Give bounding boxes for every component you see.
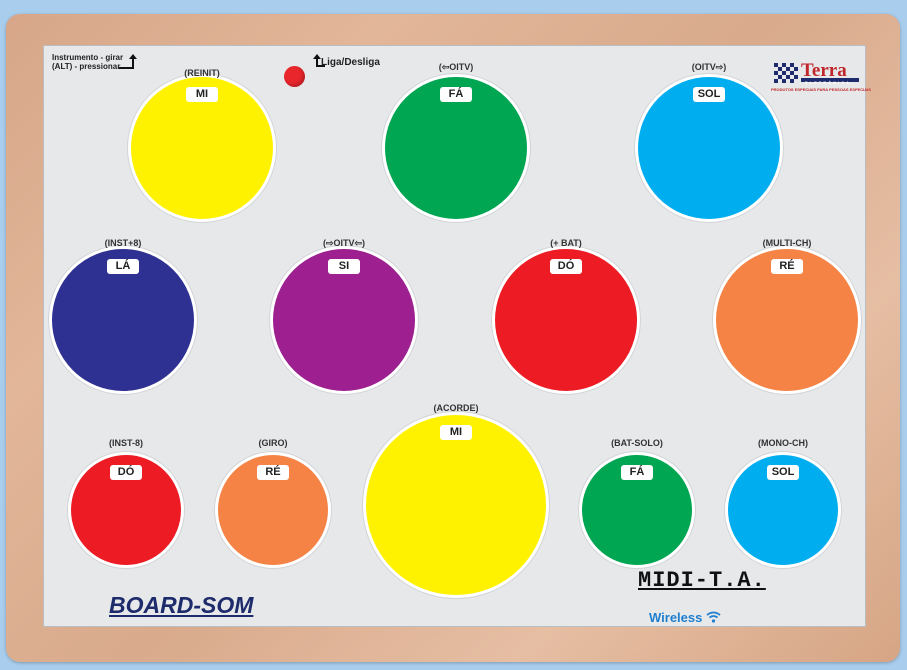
pad-fa-drum-solo[interactable]: FÁ bbox=[579, 452, 695, 568]
pad-function-label: (⇨OITV⇦) bbox=[322, 238, 366, 248]
pad-sol-mono-channel[interactable]: SOL bbox=[725, 452, 841, 568]
power-label: Liga/Desliga bbox=[321, 57, 380, 68]
pad-note: SOL bbox=[767, 465, 799, 480]
terra-logo-name: Terra bbox=[801, 60, 847, 81]
pad-do-add-drum[interactable]: DÓ bbox=[492, 246, 640, 394]
pad-note: DÓ bbox=[550, 259, 582, 274]
pad-function-label: (ACORDE) bbox=[433, 403, 479, 413]
pad-function-label: (BAT-SOLO) bbox=[611, 438, 663, 448]
pad-mi-reinit[interactable]: MI bbox=[128, 74, 276, 222]
pad-note: SI bbox=[328, 259, 360, 274]
pad-note: SOL bbox=[693, 87, 725, 102]
pad-function-label: (INST-8) bbox=[108, 438, 143, 448]
board-som-title: BOARD-SOM bbox=[109, 592, 254, 618]
power-led[interactable] bbox=[284, 66, 305, 87]
pad-function-label: (GIRO) bbox=[258, 438, 288, 448]
wireless-text: Wireless bbox=[649, 610, 703, 625]
pad-function-label: (+ BAT) bbox=[550, 238, 582, 248]
pad-re-rotate[interactable]: RÉ bbox=[215, 452, 331, 568]
pad-sol-octave-up[interactable]: SOL bbox=[635, 74, 783, 222]
pad-la-inst-plus[interactable]: LÁ bbox=[49, 246, 197, 394]
pad-function-label: (MULTI-CH) bbox=[762, 238, 812, 248]
pad-do-inst-minus[interactable]: DÓ bbox=[68, 452, 184, 568]
pad-note: FÁ bbox=[440, 87, 472, 102]
pad-function-label: (REINIT) bbox=[184, 68, 220, 78]
terra-logo-subtitle: ELETRÔNICA bbox=[805, 80, 851, 85]
wireless-label: Wireless bbox=[649, 610, 721, 625]
midi-ta-logo: MIDI-T.A. bbox=[638, 568, 766, 593]
pad-function-label: (OITV⇨) bbox=[691, 62, 727, 72]
pad-note: RÉ bbox=[771, 259, 803, 274]
pad-function-label: (MONO-CH) bbox=[758, 438, 808, 448]
pad-note: LÁ bbox=[107, 259, 139, 274]
pad-note: MI bbox=[186, 87, 218, 102]
pad-function-label: (INST+8) bbox=[104, 238, 142, 248]
instrument-hint: Instrumento - girar (ALT) - pressionar bbox=[52, 53, 123, 71]
pad-fa-octave-down[interactable]: FÁ bbox=[382, 74, 530, 222]
pad-note: MI bbox=[440, 425, 472, 440]
terra-logo-tagline: PRODUTOS ESPECIAIS PARA PESSOAS ESPECIAI… bbox=[771, 87, 871, 92]
pad-mi-chord[interactable]: MI bbox=[363, 412, 549, 598]
pad-note: DÓ bbox=[110, 465, 142, 480]
arrow-up-right-icon bbox=[119, 54, 137, 69]
wifi-icon bbox=[706, 611, 721, 623]
instrument-hint-line1: Instrumento - girar bbox=[52, 53, 124, 62]
pad-note: FÁ bbox=[621, 465, 653, 480]
pad-function-label: (⇦OITV) bbox=[438, 62, 474, 72]
instrument-hint-line2: (ALT) - pressionar bbox=[52, 62, 121, 71]
pad-re-multi-channel[interactable]: RÉ bbox=[713, 246, 861, 394]
pad-si-octave-reset[interactable]: SI bbox=[270, 246, 418, 394]
pad-note: RÉ bbox=[257, 465, 289, 480]
